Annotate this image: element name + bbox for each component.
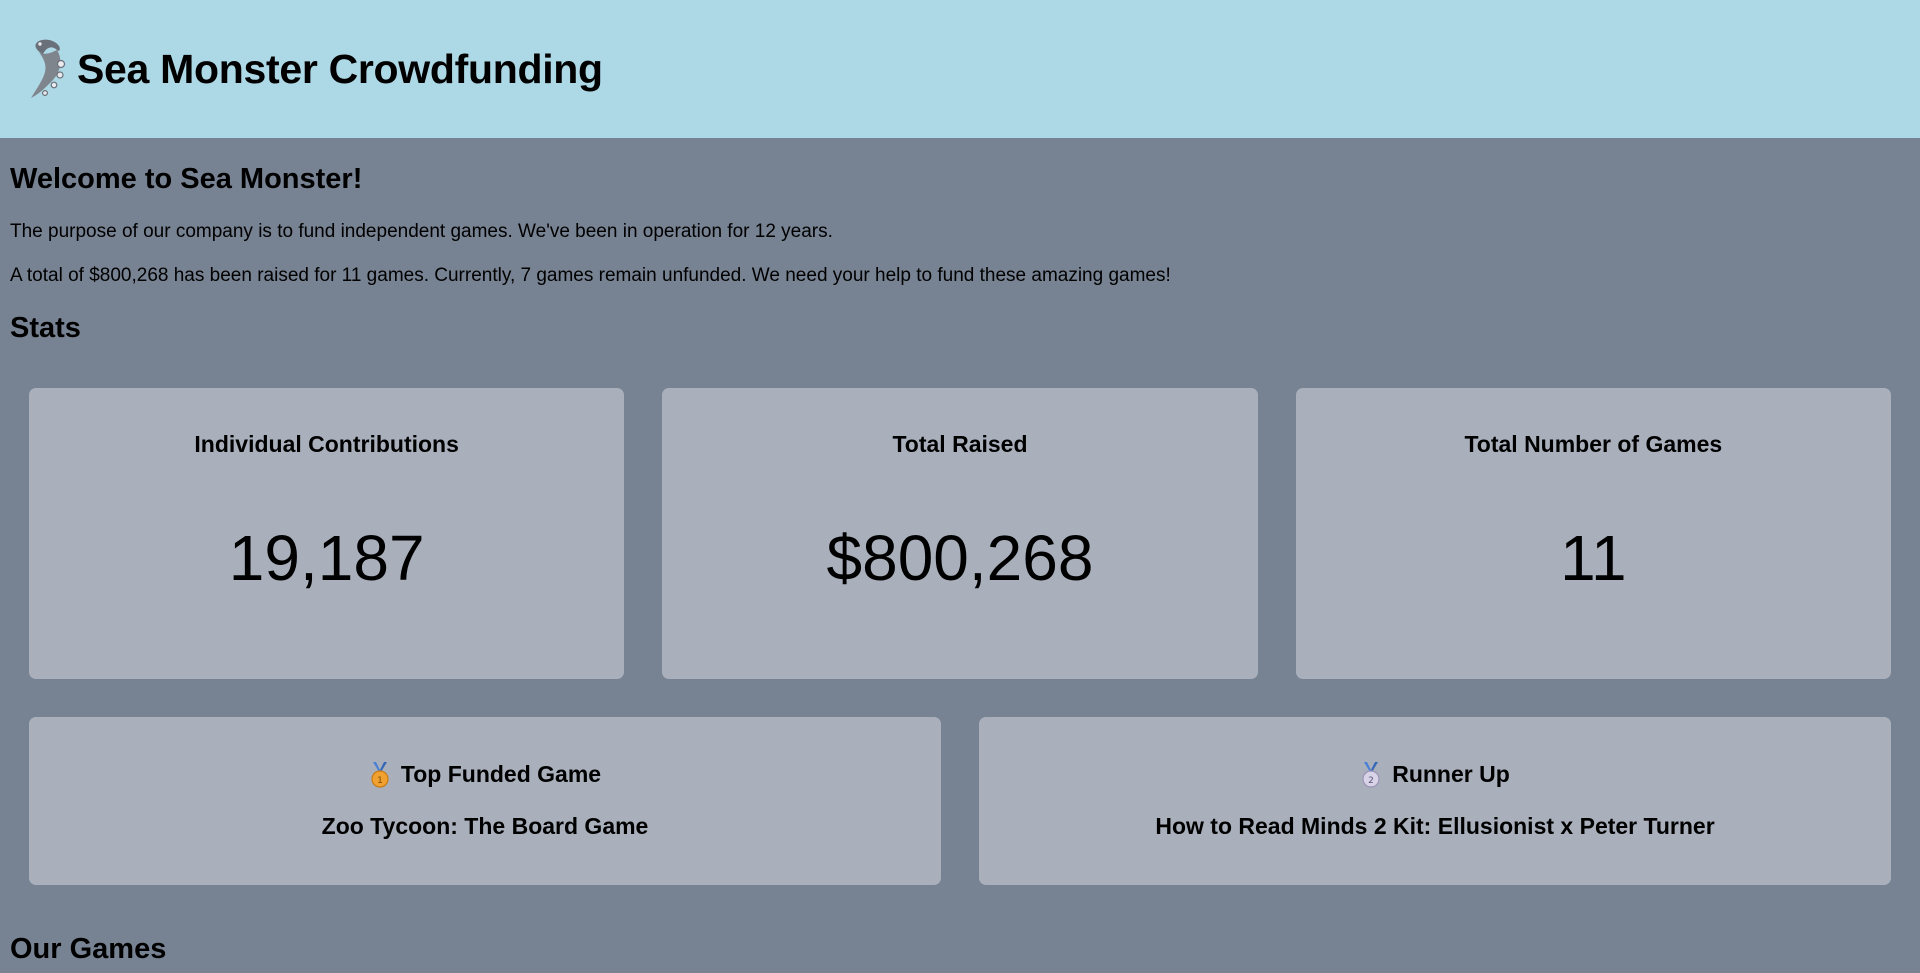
svg-text:1: 1 <box>377 776 383 786</box>
funding-summary: A total of $800,268 has been raised for … <box>10 265 1171 286</box>
svg-text:2: 2 <box>1368 776 1374 786</box>
stats-row: Individual Contributions 19,187 Total Ra… <box>29 388 1891 679</box>
top-funded-game-name: Zoo Tycoon: The Board Game <box>321 813 649 839</box>
gold-medal-icon: 1 <box>371 761 389 788</box>
stat-card-total-games: Total Number of Games 11 <box>1295 388 1891 679</box>
company-description: The purpose of our company is to fund in… <box>10 221 833 242</box>
our-games-title: Our Games <box>10 933 167 965</box>
site-header: Sea Monster Crowdfunding <box>0 0 1920 138</box>
stat-value: 19,187 <box>228 522 425 594</box>
top-funded-label: Top Funded Game <box>400 761 602 787</box>
runner-up-game-name: How to Read Minds 2 Kit: Ellusionist x P… <box>1155 813 1715 839</box>
stat-label: Individual Contributions <box>194 431 459 457</box>
stat-card-total-raised: Total Raised $800,268 <box>662 388 1258 679</box>
stat-card-contributions: Individual Contributions 19,187 <box>29 388 625 679</box>
stat-label: Total Number of Games <box>1464 431 1723 457</box>
top-games-row: 1 Top Funded Game Zoo Tycoon: The Board … <box>29 717 1891 885</box>
runner-up-card: 2 Runner Up How to Read Minds 2 Kit: Ell… <box>979 717 1891 885</box>
runner-up-label: Runner Up <box>1392 761 1510 787</box>
stats-title: Stats <box>10 312 81 344</box>
welcome-title: Welcome to Sea Monster! <box>10 163 363 195</box>
stat-label: Total Raised <box>892 431 1028 457</box>
main-content: Welcome to Sea Monster! The purpose of o… <box>0 138 1920 966</box>
tentacle-logo-icon <box>31 39 66 98</box>
top-funded-card: 1 Top Funded Game Zoo Tycoon: The Board … <box>29 717 941 885</box>
silver-medal-icon: 2 <box>1362 761 1380 788</box>
stat-value: 11 <box>1560 522 1627 594</box>
top-funded-heading: 1 Top Funded Game <box>369 761 601 788</box>
site-title: Sea Monster Crowdfunding <box>77 45 603 92</box>
runner-up-heading: 2 Runner Up <box>1360 761 1510 788</box>
stat-value: $800,268 <box>826 522 1094 594</box>
